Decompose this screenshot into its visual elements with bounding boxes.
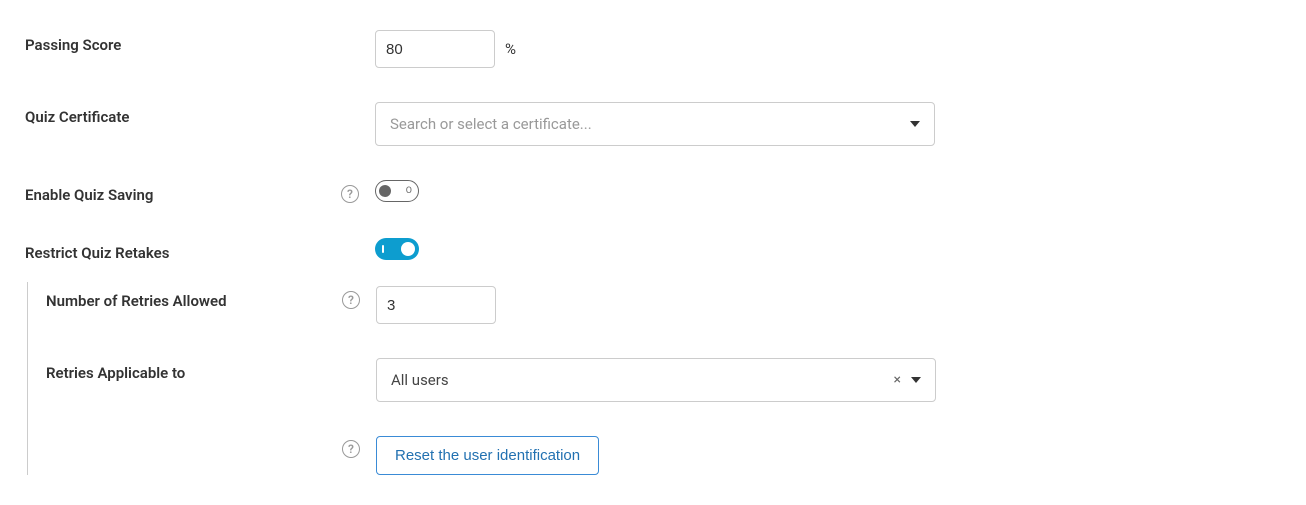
toggle-off-mark: O — [406, 186, 412, 196]
passing-score-suffix: % — [503, 40, 516, 58]
quiz-certificate-label: Quiz Certificate — [25, 102, 129, 126]
help-icon[interactable]: ? — [342, 440, 360, 458]
passing-score-label: Passing Score — [25, 30, 121, 54]
help-icon[interactable]: ? — [342, 291, 360, 309]
retries-applicable-to-value: All users — [391, 371, 449, 389]
restrict-quiz-retakes-label: Restrict Quiz Retakes — [25, 238, 169, 262]
clear-icon[interactable]: × — [894, 372, 901, 388]
quiz-certificate-placeholder: Search or select a certificate... — [390, 115, 592, 133]
enable-quiz-saving-toggle[interactable]: O — [375, 180, 419, 202]
enable-quiz-saving-label: Enable Quiz Saving — [25, 180, 153, 204]
help-icon[interactable]: ? — [341, 185, 359, 203]
retries-applicable-to-label: Retries Applicable to — [46, 358, 185, 382]
quiz-certificate-select[interactable]: Search or select a certificate... — [375, 102, 935, 146]
restrict-quiz-retakes-toggle[interactable] — [375, 238, 419, 260]
toggle-on-mark — [382, 245, 384, 253]
number-of-retries-label: Number of Retries Allowed — [46, 286, 227, 310]
reset-user-identification-button[interactable]: Reset the user identification — [376, 436, 599, 475]
toggle-knob — [379, 185, 391, 197]
chevron-down-icon — [910, 121, 920, 127]
chevron-down-icon — [911, 377, 921, 383]
retries-applicable-to-select[interactable]: All users × — [376, 358, 936, 402]
toggle-knob — [401, 242, 415, 256]
number-of-retries-input[interactable] — [376, 286, 496, 324]
passing-score-input[interactable] — [375, 30, 495, 68]
